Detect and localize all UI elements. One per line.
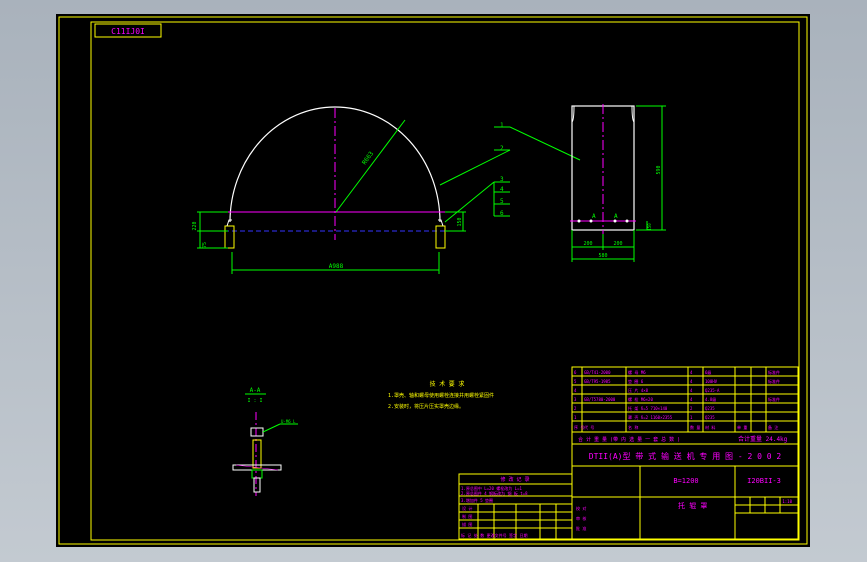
- parts-cell-r5-c2: 罩 壳 δ=2 1160×2355: [628, 414, 673, 420]
- callout-3: 3: [500, 176, 504, 183]
- section-title: A-A: [250, 387, 261, 394]
- belt-width: B=1200: [673, 477, 698, 485]
- tech-line-1: 1.罩壳、轴和螺母使用螺栓连接并用螺栓紧固件: [388, 392, 494, 399]
- change-row-3: 3.增加件 5 垫圈: [461, 497, 493, 503]
- parts-cell-r4-c4: Q235: [705, 406, 715, 411]
- parts-cell-r4-c2: 托 架 δ=5 710×140: [628, 405, 668, 411]
- parts-cell-r3-c2: 螺 栓 M6×20: [628, 396, 653, 402]
- callout-5: 5: [500, 198, 504, 205]
- right-dim: 150: [457, 217, 463, 226]
- callout-2: 2: [500, 145, 504, 152]
- height-dim: 590: [656, 165, 662, 174]
- total-weight: 合计重量 24.4kg: [738, 435, 788, 443]
- side-small-dim: 150: [647, 223, 652, 231]
- section-mark-a1: A: [592, 213, 596, 220]
- parts-cell-r1-c6: 标准件: [768, 378, 780, 384]
- parts-header-3: 数 量: [690, 424, 700, 430]
- parts-header-2: 名 称: [628, 424, 638, 430]
- parts-cell-r1-c4: 100HV: [705, 379, 718, 384]
- parts-cell-r1-c2: 垫 圈 6: [628, 378, 644, 384]
- parts-cell-r3-c1: GB/T5780-2000: [584, 397, 616, 402]
- tech-title: 技 术 要 求: [430, 380, 465, 388]
- change-row-2: 2.原总图件 4 钢板改为 钢 板 t=8: [461, 490, 528, 496]
- left-dim-top: 220: [192, 221, 198, 230]
- section-note: U-M6 L: [281, 419, 296, 424]
- sign-approve: 批 准: [576, 525, 586, 531]
- parts-cell-r0-c6: 标准件: [768, 369, 780, 375]
- parts-cell-r1-c1: GB/T95-1985: [584, 379, 611, 384]
- parts-cell-r0-c1: GB/T41-2000: [584, 370, 611, 375]
- scale: 1:10: [782, 499, 792, 504]
- part-name: 托 辊 罩: [678, 501, 707, 510]
- sign-design: 设 计: [462, 505, 472, 511]
- total-row: 合 计 重 量 (带 内 选 量 一 套 总 数 ): [578, 436, 680, 443]
- span-dim: A988: [329, 263, 344, 270]
- section-scale: I : I: [247, 398, 262, 404]
- width-total-dim: 580: [598, 253, 607, 259]
- sign-trace: 描 图: [462, 521, 472, 527]
- parts-cell-r5-c4: Q235: [705, 415, 715, 420]
- left-dim-bottom: 75: [202, 242, 208, 248]
- change-title: 修 改 记 录: [500, 476, 529, 483]
- sign-draw: 制 图: [462, 513, 472, 519]
- drawing-canvas: [56, 14, 810, 547]
- parts-cell-r2-c2: 压 片 4×8: [628, 387, 649, 393]
- parts-cell-r0-c2: 螺 母 M6: [628, 369, 646, 375]
- callout-4: 4: [500, 186, 504, 193]
- sheet-code: C11IJ0I: [111, 27, 145, 36]
- parts-cell-r2-c4: Q235-A: [705, 388, 720, 393]
- drawing-number: I20BII-3: [747, 477, 781, 485]
- sign-review: 审 核: [576, 515, 586, 521]
- tech-line-2: 2.安装时，将压片压实罩壳边缘。: [388, 403, 464, 410]
- parts-header-0: 序 号: [574, 424, 584, 430]
- change-row-4: 标 记 处 数 更改文件号 签字 日期: [461, 532, 527, 538]
- parts-cell-r3-c6: 标准件: [768, 396, 780, 402]
- parts-header-4: 材 料: [705, 424, 715, 430]
- parts-header-5: 单 重: [737, 424, 747, 430]
- section-mark-a2: A: [614, 213, 618, 220]
- drawing-title: DTII(A)型 带 式 输 送 机 专 用 图 - 2 0 0 2: [589, 451, 782, 461]
- callout-1: 1: [500, 122, 504, 129]
- parts-cell-r0-c4: 6级: [705, 369, 711, 375]
- parts-cell-r3-c4: 4.8级: [705, 396, 716, 402]
- cad-drawing-sheet: C11IJ0I R663 A988 220 75 150 1 2 3 4 5 6…: [56, 14, 810, 547]
- width-b-dim: 200: [613, 241, 622, 247]
- parts-header-1: 代 号: [584, 424, 594, 430]
- callout-6: 6: [500, 210, 504, 217]
- width-a-dim: 200: [583, 241, 592, 247]
- parts-header-6: 备 注: [768, 424, 778, 430]
- sign-check: 校 对: [576, 505, 586, 511]
